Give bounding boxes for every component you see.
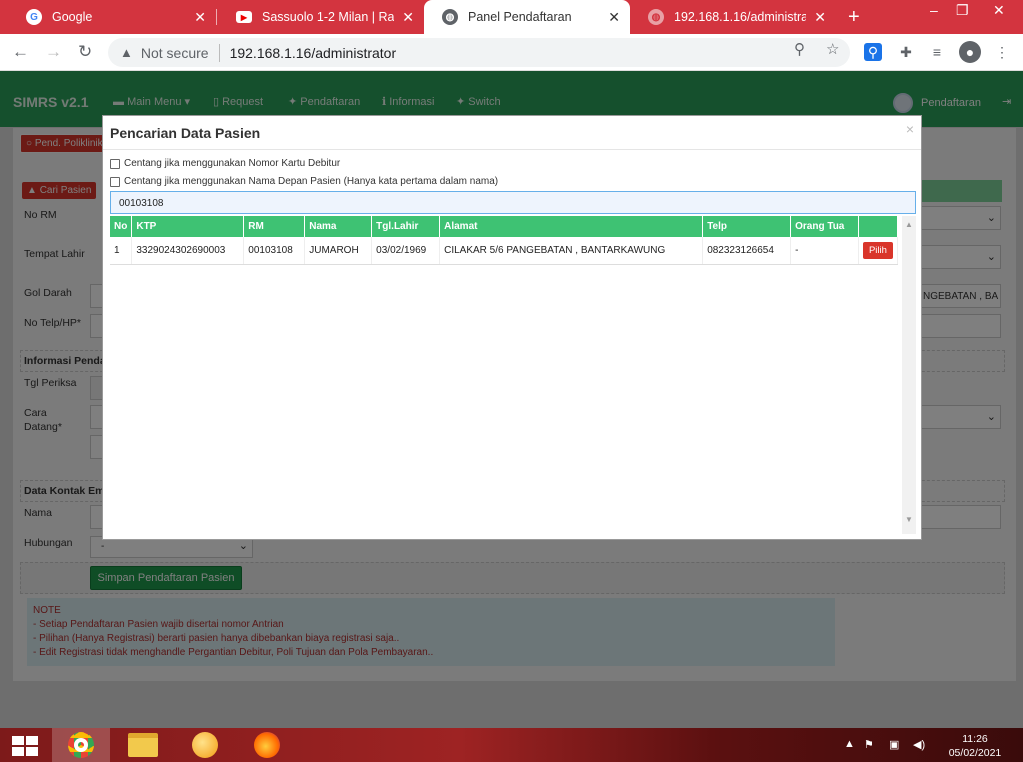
- tab-title: Google: [52, 10, 93, 24]
- checkbox-label: Centang jika menggunakan Nomor Kartu Deb…: [124, 158, 341, 169]
- network-icon[interactable]: ▣: [889, 738, 899, 751]
- volume-icon[interactable]: ◀): [913, 738, 925, 751]
- windows-start-icon[interactable]: [12, 736, 38, 756]
- address-bar[interactable]: ▲ Not secure 192.168.1.16/administrator: [108, 38, 850, 67]
- checkbox-box[interactable]: [110, 158, 120, 169]
- reload-icon[interactable]: ↻: [78, 42, 92, 62]
- profile-avatar-icon[interactable]: ●: [959, 41, 981, 63]
- restore-icon[interactable]: ❐: [956, 2, 969, 19]
- tab-youtube[interactable]: ▶ Sassuolo 1-2 Milan | Rafael ✕: [218, 0, 424, 34]
- back-arrow-icon[interactable]: ←: [12, 42, 29, 62]
- modal-title: Pencarian Data Pasien: [110, 125, 261, 141]
- taskbar-app-orange[interactable]: [176, 728, 234, 762]
- tab-google[interactable]: G Google ✕: [8, 0, 216, 34]
- globe-icon: ◍: [648, 9, 664, 25]
- minimize-icon[interactable]: –: [930, 2, 938, 18]
- clock-date: 05/02/2021: [948, 747, 1002, 759]
- cell-orang-tua: -: [790, 237, 859, 265]
- browser-tab-strip: G Google ✕ ▶ Sassuolo 1-2 Milan | Rafael…: [0, 0, 1023, 34]
- tab-divider: [216, 9, 217, 25]
- cell-tgl-lahir: 03/02/1969: [371, 237, 441, 265]
- col-header: Tgl.Lahir: [371, 216, 441, 237]
- puzzle-extensions-icon[interactable]: ✚: [897, 43, 915, 61]
- checkbox-debitur[interactable]: Centang jika menggunakan Nomor Kartu Deb…: [110, 158, 340, 169]
- scroll-down-icon[interactable]: ▼: [905, 515, 913, 524]
- warning-icon: ▲: [120, 45, 133, 60]
- forward-arrow-icon[interactable]: →: [45, 42, 62, 62]
- media-queue-icon[interactable]: ≡: [928, 43, 946, 61]
- omnibox-divider: [218, 43, 220, 62]
- cell-rm: 00103108: [243, 237, 306, 265]
- url-text: 192.168.1.16/administrator: [229, 44, 397, 61]
- results-table: No KTP RM Nama Tgl.Lahir Alamat Telp Ora…: [110, 216, 899, 265]
- col-header: KTP: [131, 216, 245, 237]
- chrome-icon: [68, 732, 94, 758]
- col-header: [858, 216, 899, 237]
- checkbox-nama-depan[interactable]: Centang jika menggunakan Nama Depan Pasi…: [110, 176, 498, 187]
- search-extension-icon[interactable]: ⚲: [864, 43, 882, 61]
- tab-administrator[interactable]: ◍ 192.168.1.16/administrator ✕: [630, 0, 836, 34]
- taskbar-file-explorer[interactable]: [114, 728, 172, 762]
- globe-icon: ◍: [442, 9, 458, 25]
- close-tab-icon[interactable]: ✕: [194, 9, 206, 26]
- app-icon: [192, 732, 218, 758]
- cell-ktp: 3329024302690003: [131, 237, 245, 265]
- taskbar-firefox[interactable]: [238, 728, 296, 762]
- cell-action: Pilih: [858, 237, 899, 265]
- close-icon[interactable]: ×: [906, 121, 914, 137]
- google-icon: G: [26, 9, 42, 25]
- col-header: No: [110, 216, 133, 237]
- new-tab-icon[interactable]: +: [848, 6, 860, 29]
- table-header-row: No KTP RM Nama Tgl.Lahir Alamat Telp Ora…: [110, 216, 899, 237]
- table-scrollbar[interactable]: ▲ ▼: [902, 216, 916, 534]
- zoom-icon[interactable]: ⚲: [794, 40, 805, 58]
- tab-title: Panel Pendaftaran: [468, 10, 572, 24]
- firefox-icon: [254, 732, 280, 758]
- youtube-icon: ▶: [236, 11, 252, 23]
- results-table-wrapper: No KTP RM Nama Tgl.Lahir Alamat Telp Ora…: [110, 216, 916, 534]
- close-tab-icon[interactable]: ✕: [814, 9, 826, 26]
- table-row[interactable]: 1 3329024302690003 00103108 JUMAROH 03/0…: [110, 237, 899, 265]
- col-header: Alamat: [439, 216, 704, 237]
- checkbox-box[interactable]: [110, 176, 120, 187]
- col-header: Nama: [304, 216, 373, 237]
- folder-icon: [128, 733, 158, 757]
- clock-time: 11:26: [962, 733, 988, 745]
- patient-search-input[interactable]: 00103108: [110, 191, 916, 214]
- cell-no: 1: [110, 237, 133, 265]
- close-tab-icon[interactable]: ✕: [402, 9, 414, 26]
- col-header: Telp: [702, 216, 792, 237]
- modal-divider: [103, 149, 921, 150]
- col-header: Orang Tua: [790, 216, 859, 237]
- cell-nama: JUMAROH: [304, 237, 373, 265]
- checkbox-label: Centang jika menggunakan Nama Depan Pasi…: [124, 176, 499, 187]
- flag-icon[interactable]: ⚑: [864, 738, 874, 751]
- security-label: Not secure: [140, 44, 209, 61]
- close-tab-icon[interactable]: ✕: [608, 9, 620, 26]
- tray-overflow-icon[interactable]: ▲: [844, 738, 855, 750]
- pilih-button[interactable]: Pilih: [862, 241, 893, 259]
- close-window-icon[interactable]: ✕: [993, 2, 1005, 19]
- bookmark-star-icon[interactable]: ☆: [826, 40, 839, 58]
- tab-title: Sassuolo 1-2 Milan | Rafael: [262, 10, 395, 24]
- patient-search-modal: Pencarian Data Pasien × Centang jika men…: [102, 115, 922, 540]
- cell-telp: 082323126654: [702, 237, 792, 265]
- windows-taskbar: ▲ ⚑ ▣ ◀) 11:26 05/02/2021: [0, 728, 1023, 762]
- tab-panel-pendaftaran[interactable]: ◍ Panel Pendaftaran ✕: [424, 0, 630, 34]
- kebab-menu-icon[interactable]: ⋮: [993, 43, 1011, 61]
- system-clock[interactable]: 11:26 05/02/2021: [940, 732, 1010, 760]
- tab-title: 192.168.1.16/administrator: [674, 10, 807, 24]
- taskbar-chrome[interactable]: [52, 728, 110, 762]
- col-header: RM: [243, 216, 306, 237]
- cell-alamat: CILAKAR 5/6 PANGEBATAN , BANTARKAWUNG: [439, 237, 704, 265]
- scroll-up-icon[interactable]: ▲: [905, 220, 913, 229]
